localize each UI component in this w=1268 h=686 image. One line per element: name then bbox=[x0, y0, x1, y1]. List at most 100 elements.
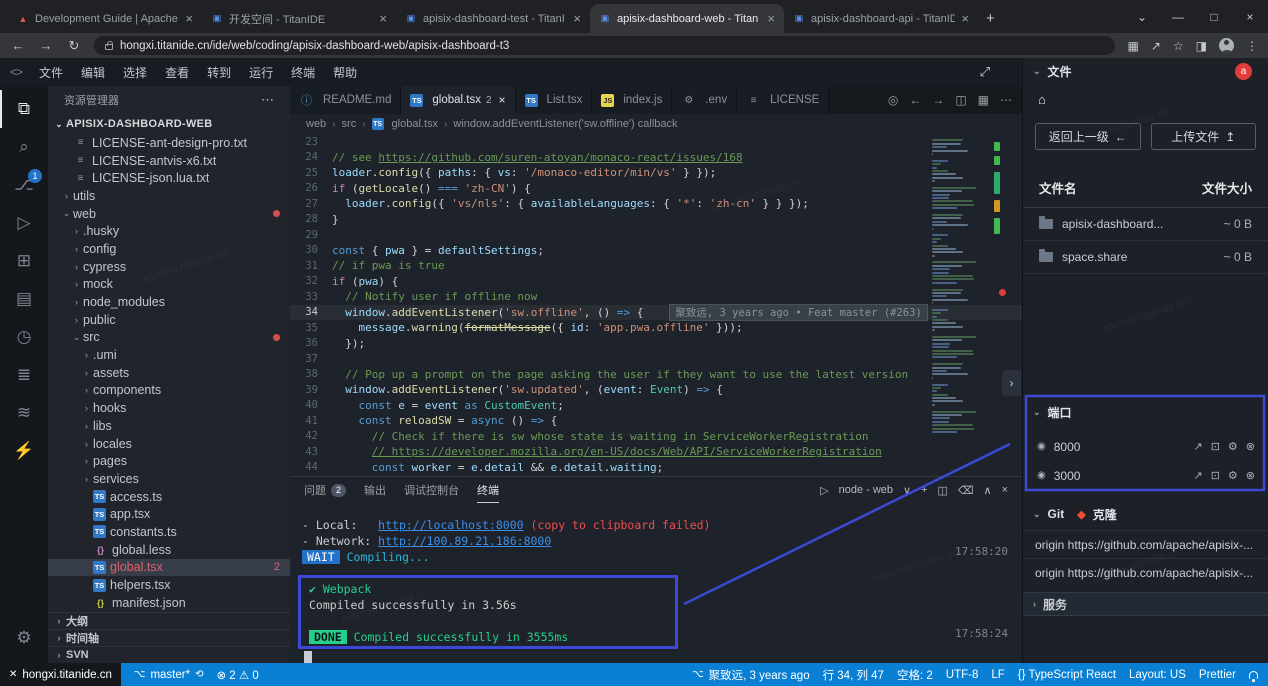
code-line[interactable]: 43 // https://developer.mozilla.org/en-U… bbox=[290, 444, 1022, 460]
shell-dropdown-icon[interactable]: ∨ bbox=[903, 484, 911, 497]
notifications-bell[interactable] bbox=[1249, 671, 1258, 679]
tree-item[interactable]: TSglobal.tsx2 bbox=[48, 559, 290, 577]
tree-item[interactable]: ›services bbox=[48, 470, 290, 488]
code-line[interactable]: 31// if pwa is true bbox=[290, 258, 1022, 274]
minimap[interactable] bbox=[932, 136, 986, 474]
tree-item[interactable]: ›cypress bbox=[48, 258, 290, 276]
tree-item[interactable]: ›public bbox=[48, 311, 290, 329]
home-icon[interactable]: ⌂ bbox=[1023, 84, 1268, 111]
share-icon[interactable]: ↗ bbox=[1151, 39, 1161, 53]
address-bar[interactable]: hongxi.titanide.cn/ide/web/coding/apisix… bbox=[94, 36, 1115, 55]
ports-section-header[interactable]: ⌄ 端口 bbox=[1023, 400, 1268, 424]
editor-tab[interactable]: TSglobal.tsx2× bbox=[401, 86, 515, 114]
copy-address-icon[interactable]: ⊡ bbox=[1211, 469, 1220, 482]
close-window-button[interactable]: × bbox=[1232, 0, 1268, 33]
browser-forward-icon[interactable]: → bbox=[38, 38, 54, 53]
tree-item[interactable]: ›.husky bbox=[48, 222, 290, 240]
maximize-button[interactable]: □ bbox=[1196, 0, 1232, 33]
new-terminal-icon[interactable]: + bbox=[921, 484, 927, 497]
browser-tab[interactable]: ▲Development Guide | Apache× bbox=[8, 4, 202, 33]
upload-file-button[interactable]: 上传文件 ↥ bbox=[1151, 123, 1257, 150]
language-mode[interactable]: {} TypeScript React bbox=[1018, 669, 1116, 681]
breadcrumb-item[interactable]: src bbox=[342, 118, 357, 130]
port-settings-icon[interactable]: ⚙ bbox=[1228, 469, 1238, 482]
expand-right-panel-button[interactable]: › bbox=[1002, 370, 1021, 396]
kill-terminal-icon[interactable]: ⌫ bbox=[958, 484, 974, 497]
back-parent-button[interactable]: 返回上一级 ← bbox=[1035, 123, 1141, 150]
code-line[interactable]: 36 }); bbox=[290, 336, 1022, 352]
tree-item[interactable]: ›.umi bbox=[48, 346, 290, 364]
menu-item-1[interactable]: 编辑 bbox=[72, 61, 114, 84]
breadcrumb-item[interactable]: window.addEventListener('sw.offline') ca… bbox=[453, 118, 677, 130]
source-control-button[interactable]: ⌥1 bbox=[0, 166, 48, 204]
code-line[interactable]: 24// see https://github.com/suren-atoyan… bbox=[290, 150, 1022, 166]
code-line[interactable]: 33 // Notify user if offline now bbox=[290, 289, 1022, 305]
menu-item-5[interactable]: 运行 bbox=[240, 61, 282, 84]
file-row[interactable]: apisix-dashboard...~ 0 B bbox=[1023, 208, 1268, 241]
fullscreen-icon[interactable]: ⤢ bbox=[980, 64, 990, 80]
code-line[interactable]: 28} bbox=[290, 212, 1022, 228]
profile-avatar[interactable] bbox=[1219, 38, 1234, 53]
cursor-position[interactable]: 行 34, 列 47 bbox=[823, 667, 884, 683]
tab-close-icon[interactable]: × bbox=[379, 11, 387, 26]
port-row-8000[interactable]: ◉8000↗⊡⚙⊗ bbox=[1023, 432, 1268, 461]
remote-indicator[interactable]: ✕hongxi.titanide.cn bbox=[0, 663, 121, 686]
menu-item-6[interactable]: 终端 bbox=[282, 61, 324, 84]
browser-tab[interactable]: ▣开发空间 - TitanIDE× bbox=[202, 4, 396, 33]
tree-item[interactable]: {}manifest.json bbox=[48, 594, 290, 612]
editor-tab[interactable]: JSindex.js bbox=[592, 86, 672, 114]
git-section-header[interactable]: ⌄ Git ◆ 克隆 bbox=[1023, 502, 1268, 526]
code-line[interactable]: 30const { pwa } = defaultSettings; bbox=[290, 243, 1022, 259]
tab-close-icon[interactable]: × bbox=[185, 11, 193, 26]
run-circle-icon[interactable]: ◎ bbox=[888, 93, 898, 107]
tab-search-chevron-icon[interactable]: ⌄ bbox=[1124, 0, 1160, 33]
menu-item-4[interactable]: 转到 bbox=[198, 61, 240, 84]
open-browser-icon[interactable]: ↗ bbox=[1193, 469, 1202, 482]
editor-tab[interactable]: TSList.tsx bbox=[516, 86, 593, 114]
close-panel-icon[interactable]: × bbox=[1002, 484, 1008, 497]
panel-tab-2[interactable]: 调试控制台 bbox=[404, 477, 459, 503]
remove-port-icon[interactable]: ⊗ bbox=[1246, 440, 1255, 453]
eol[interactable]: LF bbox=[991, 669, 1004, 681]
tree-item[interactable]: ›config bbox=[48, 240, 290, 258]
open-browser-icon[interactable]: ↗ bbox=[1193, 440, 1202, 453]
tree-item[interactable]: ›assets bbox=[48, 364, 290, 382]
code-line[interactable]: 23 bbox=[290, 134, 1022, 150]
minimize-button[interactable]: — bbox=[1160, 0, 1196, 33]
code-line[interactable]: 39 window.addEventListener('sw.updated',… bbox=[290, 382, 1022, 398]
tab-close-icon[interactable]: × bbox=[767, 11, 775, 26]
editor-tab[interactable]: ≡LICENSE bbox=[737, 86, 829, 114]
code-line[interactable]: 42 // Check if there is sw whose state i… bbox=[290, 429, 1022, 445]
maximize-panel-icon[interactable]: ∧ bbox=[984, 484, 992, 497]
port-row-3000[interactable]: ◉3000↗⊡⚙⊗ bbox=[1023, 461, 1268, 490]
git-remote-row[interactable]: origin https://github.com/apache/apisix-… bbox=[1023, 530, 1268, 558]
browser-tab[interactable]: ▣apisix-dashboard-web - Titan× bbox=[590, 4, 784, 33]
editor-tab[interactable]: ⚙.env bbox=[672, 86, 737, 114]
code-line[interactable]: 26if (getLocale() === 'zh-CN') { bbox=[290, 181, 1022, 197]
code-line[interactable]: 25loader.config({ paths: { vs: '/monaco-… bbox=[290, 165, 1022, 181]
code-line[interactable]: 32if (pwa) { bbox=[290, 274, 1022, 290]
tree-item[interactable]: {}global.less bbox=[48, 541, 290, 559]
tree-item[interactable]: TSapp.tsx bbox=[48, 505, 290, 523]
problems-indicator[interactable]: ⊗ 2 ⚠ 0 bbox=[216, 668, 258, 682]
more-actions-icon[interactable]: ⋯ bbox=[261, 92, 274, 108]
layers-button[interactable]: ≋ bbox=[0, 394, 48, 432]
panel-tab-3[interactable]: 终端 bbox=[477, 477, 499, 503]
tab-close-icon[interactable]: × bbox=[961, 11, 969, 26]
tree-item[interactable]: ›node_modules bbox=[48, 293, 290, 311]
tree-item[interactable]: TSconstants.ts bbox=[48, 523, 290, 541]
panel-tab-1[interactable]: 输出 bbox=[364, 477, 386, 503]
search-button[interactable]: ⌕ bbox=[0, 128, 48, 166]
browser-reload-icon[interactable]: ↻ bbox=[66, 38, 82, 54]
encoding[interactable]: UTF-8 bbox=[946, 669, 979, 681]
menu-item-0[interactable]: 文件 bbox=[30, 61, 72, 84]
browser-menu-icon[interactable]: ⋮ bbox=[1246, 39, 1258, 53]
tree-item[interactable]: ⌄web bbox=[48, 205, 290, 223]
nav-back-icon[interactable]: ← bbox=[909, 93, 921, 107]
browser-back-icon[interactable]: ← bbox=[10, 38, 26, 53]
code-line[interactable]: 41 const reloadSW = async () => { bbox=[290, 413, 1022, 429]
blame-indicator[interactable]: ⌥聚致远, 3 years ago bbox=[692, 667, 810, 683]
menu-item-7[interactable]: 帮助 bbox=[324, 61, 366, 84]
browser-tab[interactable]: ▣apisix-dashboard-test - TitanI× bbox=[396, 4, 590, 33]
menu-item-2[interactable]: 选择 bbox=[114, 61, 156, 84]
